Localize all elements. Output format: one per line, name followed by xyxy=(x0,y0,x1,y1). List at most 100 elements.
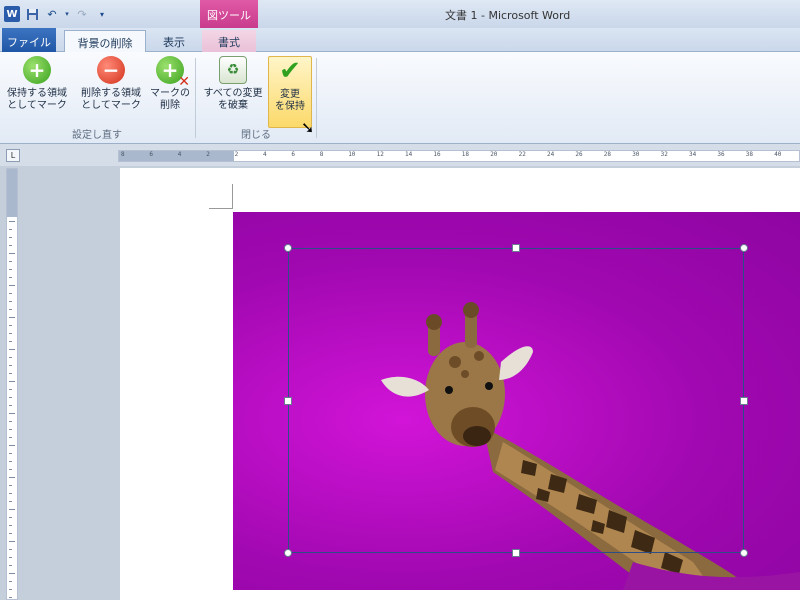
ruler-tick xyxy=(9,557,12,558)
ruler-tick-label: 4 xyxy=(177,151,182,158)
word-logo-icon[interactable]: W xyxy=(4,6,20,22)
ruler-tick xyxy=(9,269,12,270)
ruler-tick xyxy=(9,373,12,374)
ruler-tick xyxy=(9,581,12,582)
tab-view[interactable]: 表示 xyxy=(154,30,194,52)
undo-dropdown-icon[interactable]: ▾ xyxy=(64,6,70,22)
ruler-tick xyxy=(9,293,12,294)
redo-icon[interactable]: ↷ xyxy=(74,6,90,22)
keep-changes-label-1: 変更 xyxy=(280,89,300,100)
ruler-tick-label: 22 xyxy=(518,151,526,158)
horizontal-ruler[interactable]: 8 6 4 2 2 4 6 8 10 12 14 16 18 20 22 24 26 28 30 32 34 36 38 40 xyxy=(118,150,800,162)
resize-handle-top-right[interactable] xyxy=(740,244,748,252)
ruler-tick xyxy=(9,493,12,494)
ruler-tick-label: 18 xyxy=(461,151,470,158)
tab-selector-button[interactable]: L xyxy=(6,149,20,162)
ruler-tick xyxy=(9,253,15,254)
ruler-tick-label: 2 xyxy=(234,151,239,158)
ruler-tick-label: 14 xyxy=(405,151,413,158)
ruler-tick xyxy=(9,461,12,462)
ruler-bar: L 8 6 4 2 2 4 6 8 10 12 14 16 18 20 22 24 26 28 30 32 34 36 38… xyxy=(0,144,800,166)
ruler-tick-label: 2 xyxy=(206,151,210,158)
resize-handle-left[interactable] xyxy=(284,397,292,405)
ribbon-tab-bar: ファイル 背景の削除 表示 書式 xyxy=(0,28,800,52)
delete-mark-button[interactable]: + ✕ マークの 削除 xyxy=(150,56,190,126)
ruler-tick-label: 30 xyxy=(632,151,640,158)
resize-handle-top[interactable] xyxy=(512,244,520,252)
vertical-ruler[interactable] xyxy=(6,168,18,600)
resize-handle-right[interactable] xyxy=(740,397,748,405)
resize-handle-bottom-left[interactable] xyxy=(284,549,292,557)
ruler-tick xyxy=(9,285,15,286)
ruler-tick xyxy=(9,573,15,574)
ruler-tick xyxy=(9,405,12,406)
ruler-tick xyxy=(9,525,12,526)
ruler-tick xyxy=(9,533,12,534)
selection-rectangle[interactable] xyxy=(288,248,744,553)
ruler-tick xyxy=(9,357,12,358)
title-bar: W ↶ ▾ ↷ ▾ 図ツール 文書 1 - Microsoft Word xyxy=(0,0,800,28)
keep-changes-label-2: を保持 xyxy=(275,101,305,112)
ruler-tick xyxy=(9,325,12,326)
ruler-tick xyxy=(9,469,12,470)
discard-label-2: を破棄 xyxy=(218,100,248,111)
refine-group-label: 設定し直す xyxy=(72,130,122,141)
ruler-tick xyxy=(9,229,12,230)
margin-corner-mark xyxy=(232,184,233,208)
mark-areas-to-remove-button[interactable]: − 削除する領域 としてマーク xyxy=(78,56,144,126)
mark-areas-to-keep-button[interactable]: + 保持する領域 としてマーク xyxy=(4,56,70,126)
close-group-label: 閉じる xyxy=(241,130,271,141)
ruler-top-margin xyxy=(7,169,17,217)
discard-all-changes-button[interactable]: ♻ すべての変更 を破棄 xyxy=(200,56,266,126)
ribbon: + 保持する領域 としてマーク − 削除する領域 としてマーク + ✕ マークの … xyxy=(0,52,800,144)
ruler-tick xyxy=(9,501,12,502)
ruler-tick xyxy=(9,597,12,598)
ruler-tick xyxy=(9,453,12,454)
ruler-tick xyxy=(9,589,12,590)
group-divider xyxy=(316,58,317,138)
margin-corner-mark xyxy=(209,208,233,209)
ruler-tick xyxy=(9,437,12,438)
ruler-tick-label: 4 xyxy=(263,151,267,158)
ruler-tick-label: 10 xyxy=(348,151,356,158)
mark-keep-label-1: 保持する領域 xyxy=(7,88,67,99)
minus-circle-icon: − xyxy=(97,56,125,84)
resize-handle-bottom[interactable] xyxy=(512,549,520,557)
ruler-tick xyxy=(9,565,12,566)
ruler-tick xyxy=(9,365,12,366)
ruler-tick xyxy=(9,509,15,510)
ruler-tick xyxy=(9,277,12,278)
ruler-tick-label: 24 xyxy=(547,151,555,158)
undo-icon[interactable]: ↶ xyxy=(44,6,60,22)
mark-keep-label-2: としてマーク xyxy=(7,100,67,111)
ruler-tick-label: 16 xyxy=(433,151,441,158)
save-icon[interactable] xyxy=(24,6,40,22)
discard-label-1: すべての変更 xyxy=(203,88,263,99)
picture-tools-context-group: 図ツール xyxy=(200,0,258,28)
ruler-tick-label: 36 xyxy=(717,151,725,158)
delete-mark-icon: + ✕ xyxy=(156,56,190,89)
ruler-tick xyxy=(9,349,15,350)
delete-mark-label-2: 削除 xyxy=(160,100,180,111)
recycle-icon: ♻ xyxy=(219,56,247,84)
tab-format[interactable]: 書式 xyxy=(202,30,256,52)
ruler-tick xyxy=(9,397,12,398)
ruler-tick-label: 38 xyxy=(745,151,754,158)
ruler-tick xyxy=(9,237,12,238)
customize-icon[interactable]: ▾ xyxy=(94,6,110,22)
ruler-tick xyxy=(9,413,15,414)
ruler-tick xyxy=(9,421,12,422)
tab-file[interactable]: ファイル xyxy=(2,28,56,52)
ruler-tick xyxy=(9,541,15,542)
resize-handle-bottom-right[interactable] xyxy=(740,549,748,557)
window-title: 文書 1 - Microsoft Word xyxy=(445,9,571,22)
resize-handle-top-left[interactable] xyxy=(284,244,292,252)
ruler-tick-label: 26 xyxy=(575,151,583,158)
ruler-tick xyxy=(9,261,12,262)
ruler-tick-label: 6 xyxy=(291,151,296,158)
ruler-tick xyxy=(9,477,15,478)
ruler-tick-label: 40 xyxy=(774,151,782,158)
tab-background-removal[interactable]: 背景の削除 xyxy=(64,30,146,52)
ruler-tick-label: 32 xyxy=(660,151,668,158)
ruler-tick xyxy=(9,517,12,518)
